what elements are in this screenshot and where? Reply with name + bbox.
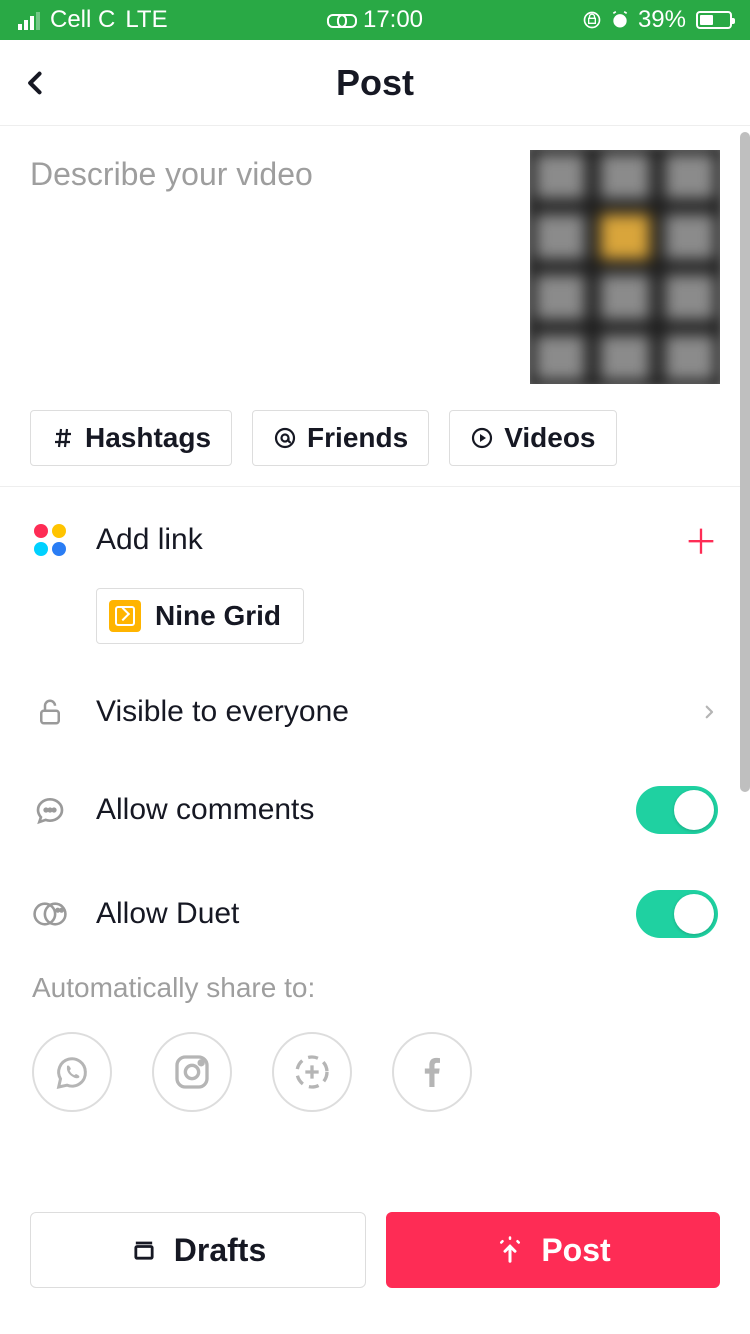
hashtags-label: Hashtags <box>85 422 211 454</box>
friends-button[interactable]: Friends <box>252 410 429 466</box>
nine-grid-chip[interactable]: Nine Grid <box>96 588 304 644</box>
scrollbar[interactable] <box>740 132 750 792</box>
play-circle-icon <box>470 426 494 450</box>
lock-open-icon <box>32 694 68 730</box>
post-label: Post <box>541 1232 610 1269</box>
bottom-actions: Drafts Post <box>30 1212 720 1288</box>
orientation-lock-icon <box>582 10 602 30</box>
page-title: Post <box>336 62 414 104</box>
allow-comments-toggle[interactable] <box>636 786 718 834</box>
visibility-label: Visible to everyone <box>96 695 349 729</box>
whatsapp-icon <box>52 1052 92 1092</box>
facebook-icon <box>412 1052 452 1092</box>
hashtag-icon <box>51 426 75 450</box>
post-button[interactable]: Post <box>386 1212 720 1288</box>
link-color-dots-icon <box>32 522 68 558</box>
nav-bar: Post <box>0 40 750 126</box>
clock-label: 17:00 <box>363 6 423 34</box>
friends-label: Friends <box>307 422 408 454</box>
battery-icon <box>696 11 732 29</box>
visibility-row[interactable]: Visible to everyone <box>0 666 750 758</box>
nine-grid-icon <box>109 600 141 632</box>
share-whatsapp-button[interactable] <box>32 1032 112 1112</box>
alarm-icon <box>610 10 630 30</box>
signal-icon <box>18 10 40 30</box>
allow-comments-label: Allow comments <box>96 793 314 827</box>
instagram-icon <box>172 1052 212 1092</box>
comment-icon <box>32 792 68 828</box>
story-plus-icon <box>292 1052 332 1092</box>
settings-list: Add link ＋ Nine Grid Visible to everyone… <box>0 486 750 966</box>
videos-label: Videos <box>504 422 595 454</box>
caption-input[interactable]: Describe your video <box>30 150 508 384</box>
add-link-row[interactable]: Add link ＋ <box>0 487 750 592</box>
plus-icon: ＋ <box>684 515 718 564</box>
videos-button[interactable]: Videos <box>449 410 616 466</box>
hotspot-icon <box>327 12 355 28</box>
share-title: Automatically share to: <box>32 972 718 1004</box>
share-instagram-button[interactable] <box>152 1032 232 1112</box>
nine-grid-label: Nine Grid <box>155 600 281 632</box>
post-sparkle-icon <box>495 1235 525 1265</box>
back-button[interactable] <box>22 63 50 103</box>
compose-section: Describe your video Hashtags Friends Vid… <box>0 126 750 486</box>
status-bar: Cell C LTE 17:00 39% <box>0 0 750 40</box>
drafts-icon <box>130 1236 158 1264</box>
carrier-label: Cell C <box>50 6 115 34</box>
allow-duet-toggle[interactable] <box>636 890 718 938</box>
duet-icon <box>32 896 68 932</box>
allow-comments-row: Allow comments <box>0 758 750 862</box>
at-icon <box>273 426 297 450</box>
add-link-label: Add link <box>96 523 203 557</box>
allow-duet-row: Allow Duet <box>0 862 750 966</box>
share-story-button[interactable] <box>272 1032 352 1112</box>
drafts-label: Drafts <box>174 1232 266 1269</box>
battery-label: 39% <box>638 6 686 34</box>
share-section: Automatically share to: <box>0 972 750 1132</box>
video-thumbnail[interactable] <box>530 150 720 384</box>
drafts-button[interactable]: Drafts <box>30 1212 366 1288</box>
hashtags-button[interactable]: Hashtags <box>30 410 232 466</box>
allow-duet-label: Allow Duet <box>96 897 239 931</box>
network-label: LTE <box>125 6 167 34</box>
chevron-right-icon <box>700 698 718 726</box>
share-facebook-button[interactable] <box>392 1032 472 1112</box>
